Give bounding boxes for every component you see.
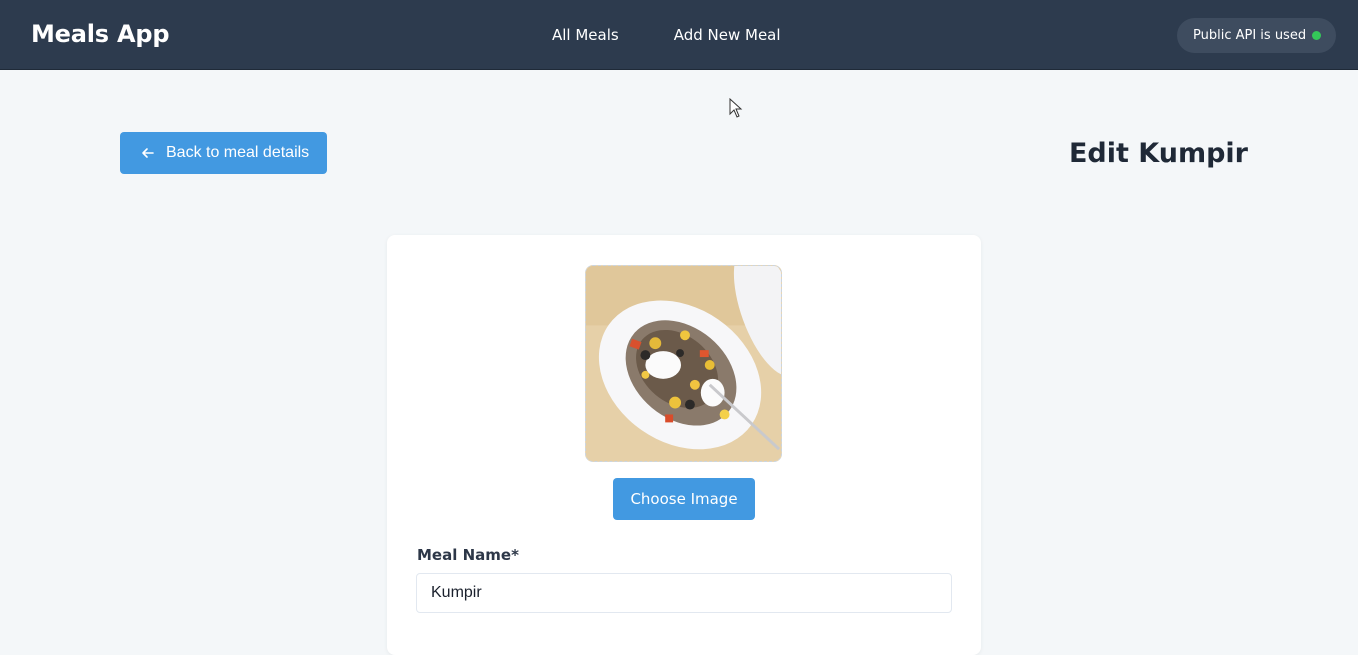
back-to-meal-details-button[interactable]: Back to meal details: [120, 132, 327, 174]
choose-image-button[interactable]: Choose Image: [613, 478, 755, 520]
back-button-label: Back to meal details: [166, 144, 310, 161]
arrow-left-icon: [142, 148, 154, 158]
api-status-badge: Public API is used: [1177, 18, 1336, 53]
meal-name-label: Meal Name*: [417, 546, 519, 564]
meal-name-input[interactable]: [416, 573, 952, 613]
page-title: Edit Kumpir: [1068, 138, 1248, 169]
meal-photo: [586, 266, 781, 461]
api-status-text: Public API is used: [1193, 28, 1307, 43]
nav-link-add-new-meal[interactable]: Add New Meal: [674, 26, 781, 44]
app-brand[interactable]: Meals App: [31, 20, 170, 48]
mouse-cursor-icon: [729, 98, 743, 118]
nav-links: All Meals Add New Meal: [552, 26, 781, 44]
edit-meal-form-card: Choose Image Meal Name*: [387, 235, 981, 655]
meal-image-preview: [585, 265, 782, 462]
top-navbar: Meals App All Meals Add New Meal Public …: [0, 0, 1358, 70]
nav-link-all-meals[interactable]: All Meals: [552, 26, 619, 44]
status-dot-icon: [1312, 31, 1321, 40]
